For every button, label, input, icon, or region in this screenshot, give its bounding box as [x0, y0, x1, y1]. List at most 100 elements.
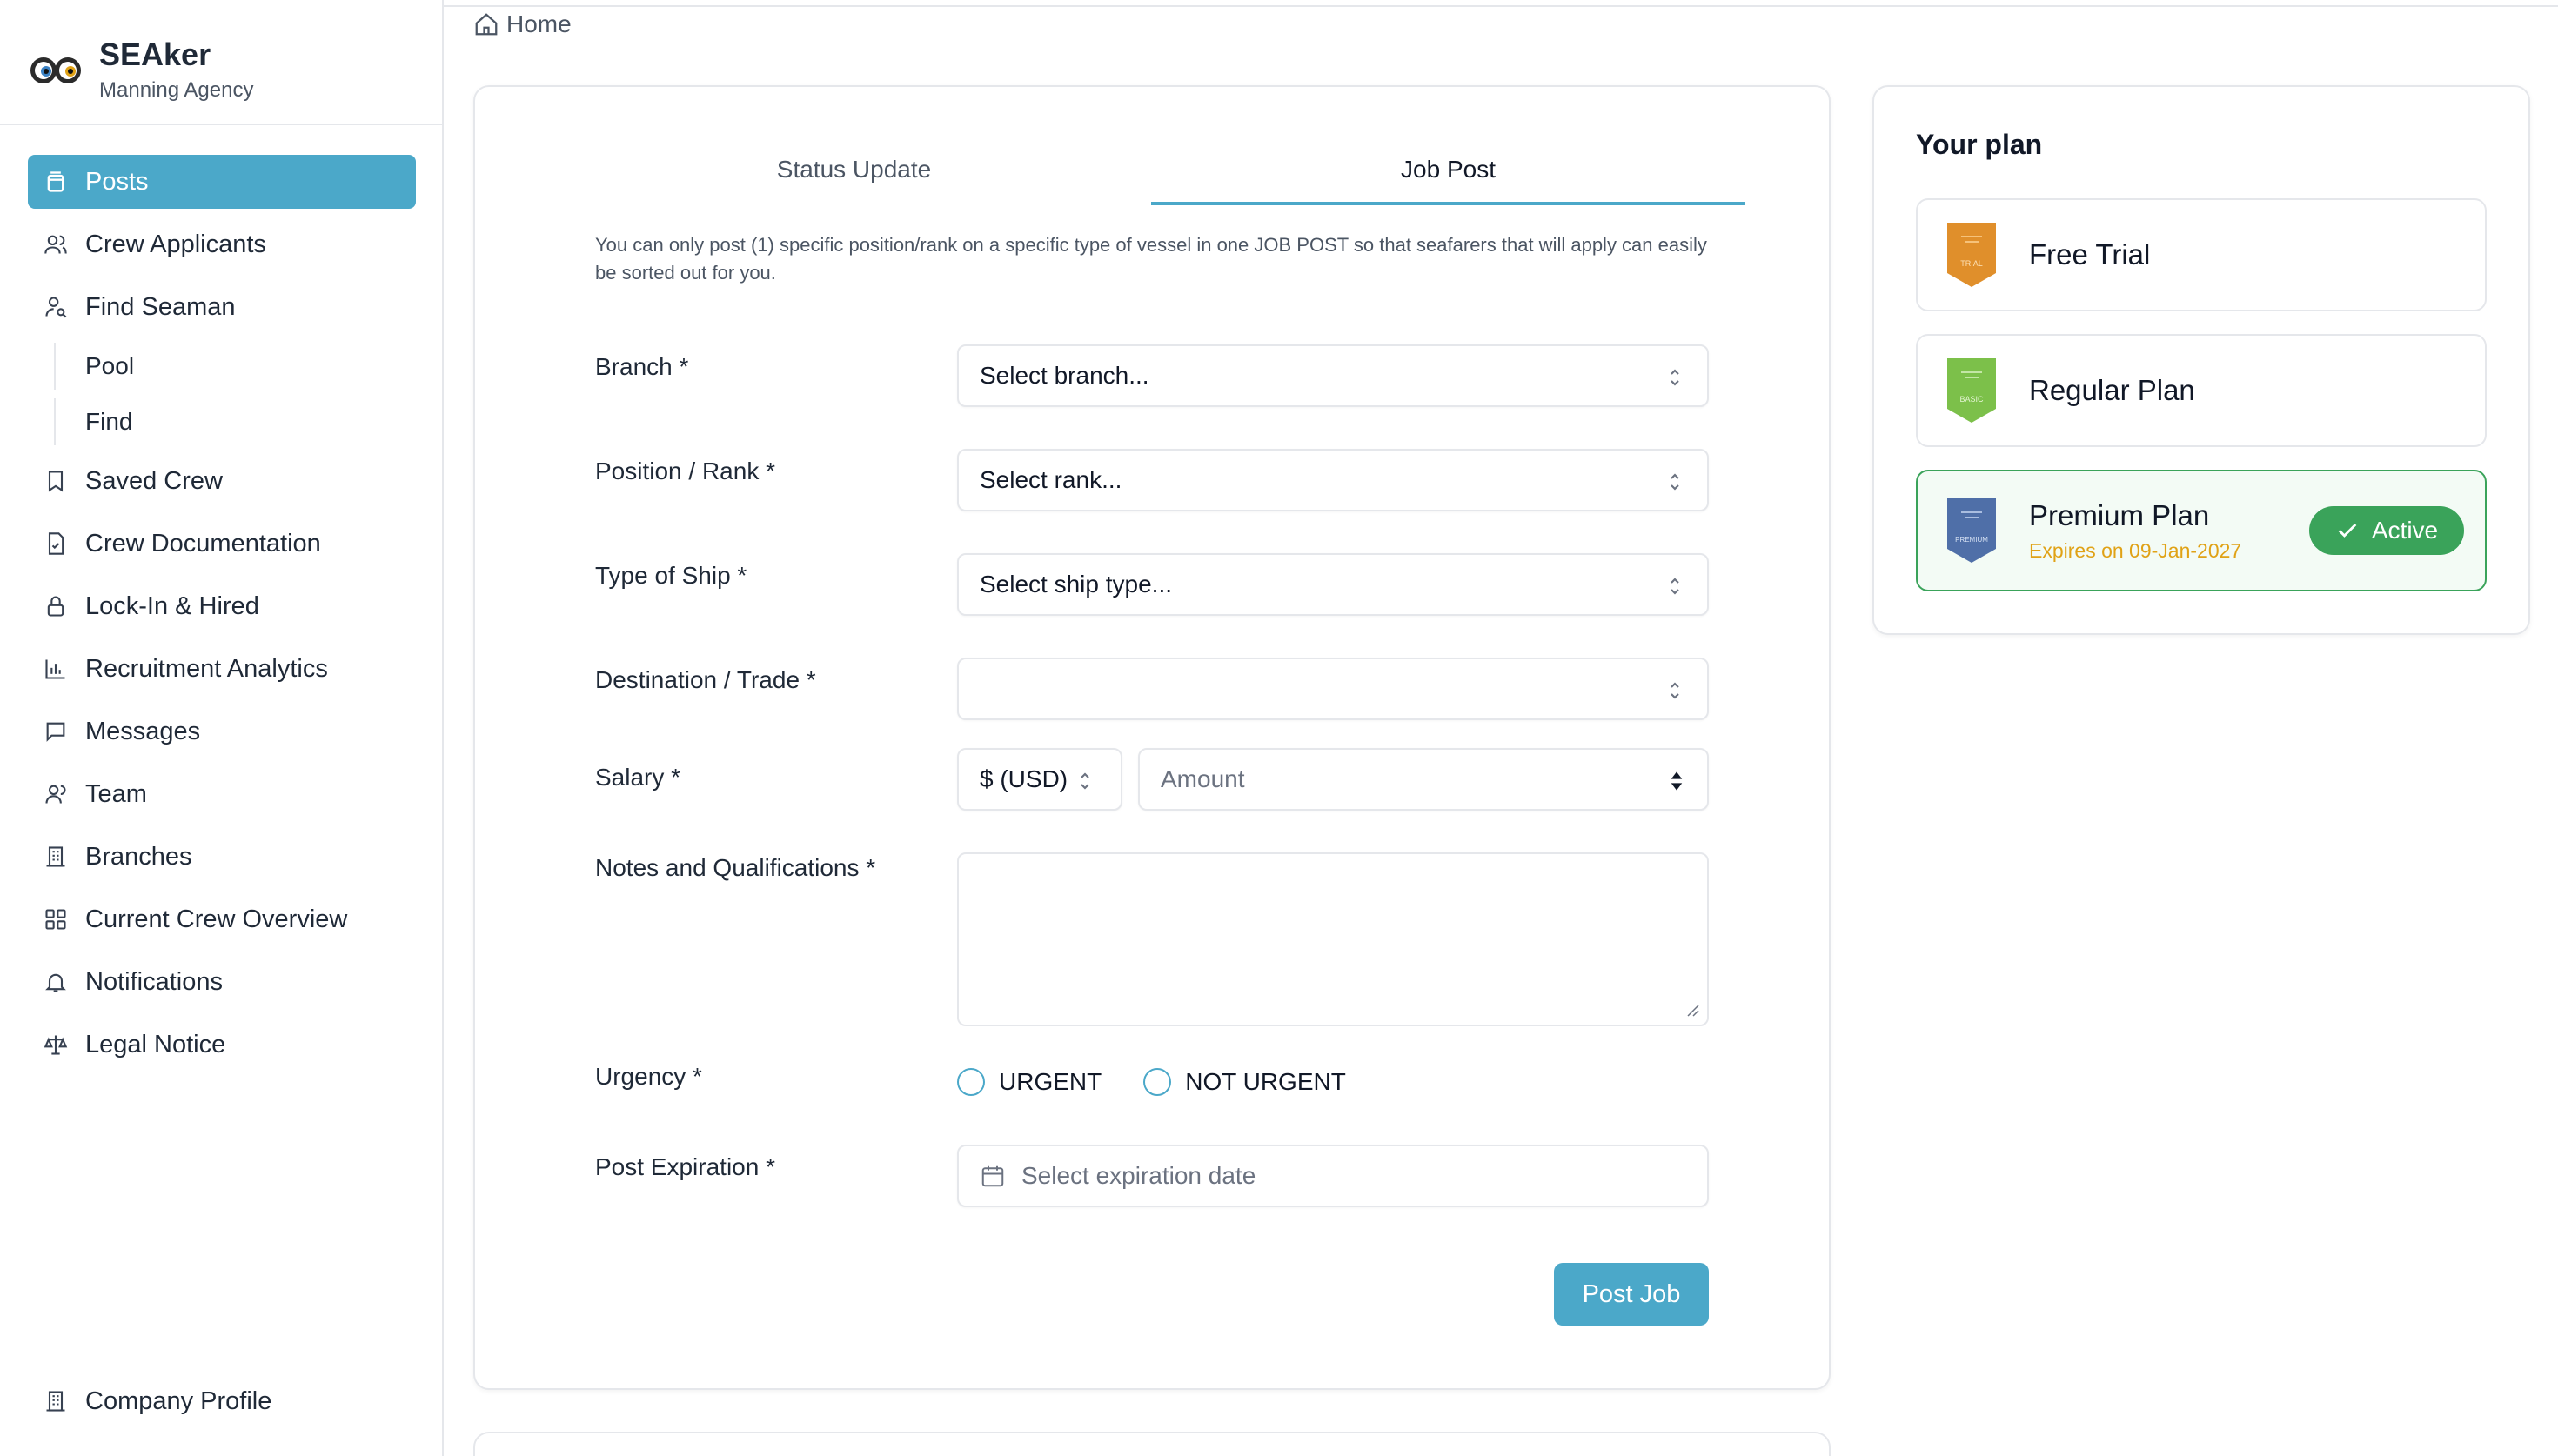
divider [0, 124, 444, 125]
bell-icon [42, 968, 70, 996]
position-label: Position / Rank * [595, 458, 775, 484]
plan-expiry: Expires on 09-Jan-2027 [2029, 538, 2242, 562]
tab-status-update[interactable]: Status Update [557, 139, 1151, 205]
sidebar-item-label: Messages [85, 717, 201, 745]
amount-placeholder: Amount [1161, 765, 1245, 792]
sidebar-bottom: Company Profile [28, 1374, 416, 1437]
position-select-value: Select rank... [980, 466, 1122, 493]
chevron-updown-icon [1671, 473, 1679, 491]
brand[interactable]: SEAker Manning Agency [26, 31, 426, 110]
sidebar: SEAker Manning Agency Posts Crew Applica… [0, 0, 444, 1456]
sidebar-item-lock-in-hired[interactable]: Lock-In & Hired [28, 579, 416, 633]
sidebar-subitem-pool[interactable]: Pool [54, 343, 416, 390]
currency-select[interactable]: $ (USD) [957, 748, 1122, 811]
users-icon [42, 230, 70, 258]
basic-badge-icon: BASIC [1947, 358, 1996, 423]
sidebar-item-branches[interactable]: Branches [28, 830, 416, 884]
salary-amount-input[interactable]: Amount [1138, 748, 1709, 811]
post-expiration-label: Post Expiration * [595, 1153, 775, 1180]
sidebar-item-label: Team [85, 779, 147, 808]
sidebar-item-find-seaman[interactable]: Find Seaman [28, 280, 416, 334]
document-check-icon [42, 530, 70, 558]
ship-type-select-value: Select ship type... [980, 571, 1173, 598]
sidebar-item-saved-crew[interactable]: Saved Crew [28, 454, 416, 508]
destination-label: Destination / Trade * [595, 666, 816, 693]
chevron-updown-icon [1081, 772, 1089, 790]
sidebar-item-label: Crew Applicants [85, 230, 266, 258]
trial-badge-text: TRIAL [1960, 259, 1983, 268]
destination-select[interactable] [957, 658, 1709, 720]
sidebar-item-label: Crew Documentation [85, 529, 321, 558]
ship-type-label: Type of Ship * [595, 562, 747, 589]
sidebar-item-notifications[interactable]: Notifications [28, 955, 416, 1009]
top-bar [444, 0, 2558, 7]
notes-textarea[interactable] [957, 852, 1709, 1026]
lock-icon [42, 592, 70, 620]
branch-select-value: Select branch... [980, 362, 1149, 389]
bookmark-icon [42, 467, 70, 495]
sidebar-item-company-profile[interactable]: Company Profile [28, 1374, 416, 1428]
posts-icon [42, 168, 70, 196]
status-badge: Active [2309, 506, 2464, 555]
post-job-button[interactable]: Post Job [1554, 1263, 1709, 1326]
sidebar-item-messages[interactable]: Messages [28, 705, 416, 758]
plan-regular[interactable]: BASIC Regular Plan [1916, 334, 2487, 447]
plan-name: Regular Plan [2029, 374, 2195, 406]
sidebar-item-label: Recruitment Analytics [85, 654, 328, 683]
sidebar-item-label: Lock-In & Hired [85, 591, 259, 620]
breadcrumb-home[interactable]: Home [506, 10, 572, 38]
sidebar-nav: Posts Crew Applicants Find Seaman Pool F… [28, 155, 416, 1080]
sidebar-item-label: Posts [85, 167, 149, 196]
chevron-updown-icon [1671, 578, 1679, 595]
sidebar-subitem-find[interactable]: Find [54, 398, 416, 445]
sidebar-item-posts[interactable]: Posts [28, 155, 416, 209]
brand-subtitle: Manning Agency [99, 78, 254, 102]
trial-badge-icon: TRIAL [1947, 223, 1996, 287]
radio-label-urgent: URGENT [999, 1068, 1102, 1095]
number-stepper-icon[interactable] [1669, 769, 1684, 793]
ship-type-select[interactable]: Select ship type... [957, 553, 1709, 616]
building-icon [42, 843, 70, 871]
plan-premium[interactable]: PREMIUM Premium Plan Expires on 09-Jan-2… [1916, 470, 2487, 591]
branch-select[interactable]: Select branch... [957, 344, 1709, 407]
sidebar-item-crew-applicants[interactable]: Crew Applicants [28, 217, 416, 271]
position-select[interactable]: Select rank... [957, 449, 1709, 511]
brand-name: SEAker [99, 37, 211, 72]
sidebar-item-label: Legal Notice [85, 1030, 226, 1059]
expiration-date-input[interactable]: Select expiration date [957, 1145, 1709, 1207]
expiration-placeholder: Select expiration date [1021, 1162, 1256, 1189]
tab-job-post[interactable]: Job Post [1151, 139, 1745, 205]
plan-name: Premium Plan [2029, 498, 2210, 531]
sidebar-item-label: Current Crew Overview [85, 905, 348, 933]
bar-chart-icon [42, 655, 70, 683]
sidebar-item-label: Company Profile [85, 1386, 272, 1415]
urgency-not-urgent-option[interactable]: NOT URGENT [1143, 1068, 1346, 1096]
scale-icon [42, 1031, 70, 1059]
radio-urgent[interactable] [957, 1068, 985, 1096]
urgency-urgent-option[interactable]: URGENT [957, 1068, 1102, 1096]
user-search-icon [42, 293, 70, 321]
urgency-radio-group: URGENT NOT URGENT [957, 1068, 1388, 1096]
check-icon [2338, 524, 2357, 538]
plan-free-trial[interactable]: TRIAL Free Trial [1916, 198, 2487, 311]
basic-badge-text: BASIC [1959, 395, 1984, 404]
urgency-label: Urgency * [595, 1063, 702, 1090]
chevron-updown-icon [1671, 369, 1679, 386]
radio-not-urgent[interactable] [1143, 1068, 1172, 1096]
breadcrumb[interactable]: Home [473, 10, 572, 38]
sidebar-item-label: Saved Crew [85, 466, 223, 495]
tabs: Status Update Job Post [557, 139, 1745, 205]
sidebar-item-current-crew-overview[interactable]: Current Crew Overview [28, 892, 416, 946]
logo-icon [30, 57, 81, 83]
sidebar-item-recruitment-analytics[interactable]: Recruitment Analytics [28, 642, 416, 696]
currency-select-value: $ (USD) [980, 765, 1068, 792]
resize-handle-icon[interactable] [1684, 1002, 1700, 1018]
sidebar-item-legal-notice[interactable]: Legal Notice [28, 1018, 416, 1072]
sidebar-item-label: Branches [85, 842, 192, 871]
chevron-updown-icon [1671, 682, 1679, 699]
team-icon [42, 780, 70, 808]
sidebar-item-crew-documentation[interactable]: Crew Documentation [28, 517, 416, 571]
premium-badge-text: PREMIUM [1955, 536, 1988, 544]
sidebar-item-team[interactable]: Team [28, 767, 416, 821]
sidebar-item-label: Find Seaman [85, 292, 236, 321]
